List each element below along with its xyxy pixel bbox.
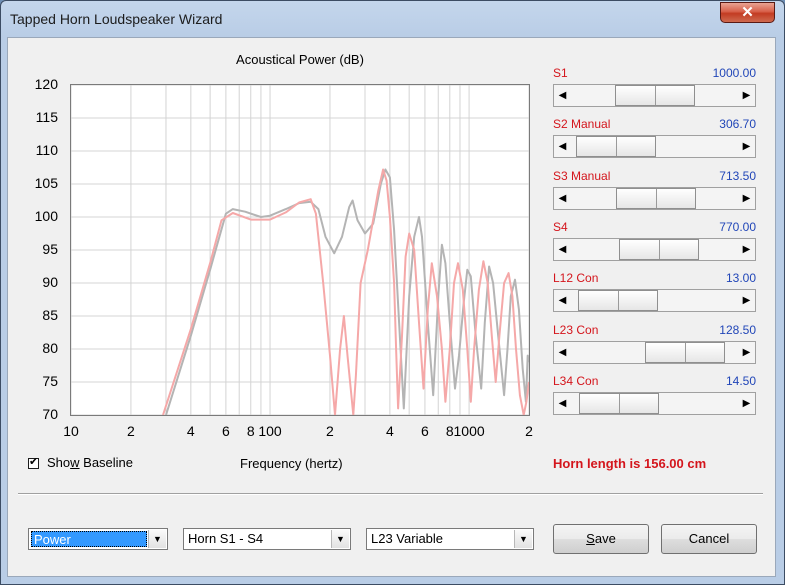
x-tick-label: 4 xyxy=(385,423,394,439)
scroll-left-icon[interactable]: ◀ xyxy=(554,341,571,363)
chevron-down-icon[interactable]: ▼ xyxy=(148,530,166,548)
slider-value: 14.50 xyxy=(725,373,756,388)
chevron-down-icon[interactable]: ▼ xyxy=(514,530,532,548)
chevron-down-icon[interactable]: ▼ xyxy=(331,530,349,548)
scroll-right-icon[interactable]: ▶ xyxy=(738,85,755,106)
slider-scrollbar[interactable]: ◀ ▶ xyxy=(553,186,756,210)
variable-value: L23 Variable xyxy=(371,531,444,546)
scroll-right-icon[interactable]: ▶ xyxy=(738,238,755,260)
divider xyxy=(18,493,763,495)
y-tick-label: 85 xyxy=(42,307,58,323)
scroll-right-icon[interactable]: ▶ xyxy=(738,290,755,312)
show-baseline-checkbox[interactable]: ✔ Show Baseline xyxy=(28,455,133,470)
thumb-grip xyxy=(658,239,660,259)
slider-scrollbar[interactable]: ◀ ▶ xyxy=(553,237,756,261)
output-type-combo[interactable]: Power ▼ xyxy=(28,528,168,550)
variable-combo[interactable]: L23 Variable ▼ xyxy=(366,528,534,550)
slider-thumb[interactable] xyxy=(618,238,699,260)
x-tick-label: 2 xyxy=(326,423,334,439)
y-tick-label: 80 xyxy=(42,340,58,356)
acoustical-power-chart xyxy=(70,84,530,416)
x-axis-label: Frequency (hertz) xyxy=(240,456,343,471)
y-tick-label: 90 xyxy=(42,274,58,290)
y-tick-label: 75 xyxy=(42,373,58,389)
title-bar[interactable]: Tapped Horn Loudspeaker Wizard ✕ xyxy=(1,1,784,35)
scroll-right-icon[interactable]: ▶ xyxy=(738,341,755,363)
scroll-right-icon[interactable]: ▶ xyxy=(738,392,755,414)
y-tick-label: 70 xyxy=(42,406,58,422)
slider-value: 13.00 xyxy=(725,271,756,286)
y-tick-label: 120 xyxy=(34,76,58,92)
slider-thumb[interactable] xyxy=(616,187,697,209)
checkmark-icon: ✔ xyxy=(29,456,39,469)
horn-section-value: Horn S1 - S4 xyxy=(188,531,264,546)
slider-value: 306.70 xyxy=(719,117,756,132)
slider-value: 128.50 xyxy=(719,322,756,337)
slider-label: S1 xyxy=(553,66,568,80)
slider-label: S4 xyxy=(553,219,568,234)
x-tick-label: 2 xyxy=(525,423,533,439)
scroll-left-icon[interactable]: ◀ xyxy=(554,187,571,209)
y-tick-label: 115 xyxy=(35,109,58,125)
cancel-button[interactable]: Cancel xyxy=(661,524,757,554)
scroll-left-icon[interactable]: ◀ xyxy=(554,238,571,260)
y-tick-label: 105 xyxy=(34,175,58,191)
window-title: Tapped Horn Loudspeaker Wizard xyxy=(10,11,223,27)
thumb-grip xyxy=(617,291,619,311)
slider-scrollbar[interactable]: ◀ ▶ xyxy=(553,84,756,107)
y-tick-label: 100 xyxy=(34,208,58,224)
slider-value: 713.50 xyxy=(719,168,756,183)
x-tick-label: 10 xyxy=(63,423,79,439)
scroll-left-icon[interactable]: ◀ xyxy=(554,392,571,414)
thumb-grip xyxy=(654,86,656,105)
baseline-label-post: Baseline xyxy=(79,455,134,470)
y-tick-label: 110 xyxy=(35,142,58,158)
scroll-right-icon[interactable]: ▶ xyxy=(738,136,755,158)
thumb-grip xyxy=(656,188,658,208)
baseline-label-accel: w xyxy=(70,455,80,470)
scroll-left-icon[interactable]: ◀ xyxy=(554,136,571,158)
save-button[interactable]: Save xyxy=(553,524,649,554)
thumb-grip xyxy=(616,137,618,157)
slider-label: S2 Manual xyxy=(553,117,611,132)
output-type-value: Power xyxy=(31,531,147,547)
thumb-grip xyxy=(618,393,620,413)
close-button[interactable]: ✕ xyxy=(720,2,775,23)
horn-section-combo[interactable]: Horn S1 - S4 ▼ xyxy=(183,528,351,550)
horn-length-text: Horn length is 156.00 cm xyxy=(553,456,707,471)
slider-thumb[interactable] xyxy=(614,85,695,106)
y-tick-label: 95 xyxy=(42,241,58,257)
slider-thumb[interactable] xyxy=(577,290,658,312)
save-accel: S xyxy=(586,531,595,546)
scroll-left-icon[interactable]: ◀ xyxy=(554,290,571,312)
slider-scrollbar[interactable]: ◀ ▶ xyxy=(553,391,756,415)
chart-svg xyxy=(71,85,529,415)
slider-label: L23 Con xyxy=(553,322,599,337)
x-tick-label: 1000 xyxy=(453,423,485,439)
thumb-grip xyxy=(684,342,686,362)
checkbox-box[interactable]: ✔ xyxy=(28,456,39,470)
chart-title: Acoustical Power (dB) xyxy=(236,52,364,67)
slider-value: 770.00 xyxy=(719,219,756,234)
slider-scrollbar[interactable]: ◀ ▶ xyxy=(553,135,756,159)
slider-thumb[interactable] xyxy=(644,341,725,363)
slider-value: 1000.00 xyxy=(712,66,756,80)
slider-thumb[interactable] xyxy=(576,136,657,158)
series-line-1 xyxy=(162,168,529,415)
slider-label: L12 Con xyxy=(553,271,599,286)
baseline-label-pre: Sho xyxy=(47,455,71,470)
slider-scrollbar[interactable]: ◀ ▶ xyxy=(553,340,756,364)
slider-label: L34 Con xyxy=(553,373,599,388)
scroll-left-icon[interactable]: ◀ xyxy=(554,85,571,106)
scroll-right-icon[interactable]: ▶ xyxy=(738,187,755,209)
x-tick-label: 4 xyxy=(186,423,195,439)
slider-label: S3 Manual xyxy=(553,168,611,183)
x-tick-label: 2 xyxy=(127,423,135,439)
close-icon: ✕ xyxy=(741,4,754,21)
slider-thumb[interactable] xyxy=(578,392,659,414)
x-tick-label: 100 xyxy=(258,423,282,439)
save-label: ave xyxy=(594,531,616,546)
series-line-0 xyxy=(165,168,529,415)
slider-scrollbar[interactable]: ◀ ▶ xyxy=(553,289,756,313)
